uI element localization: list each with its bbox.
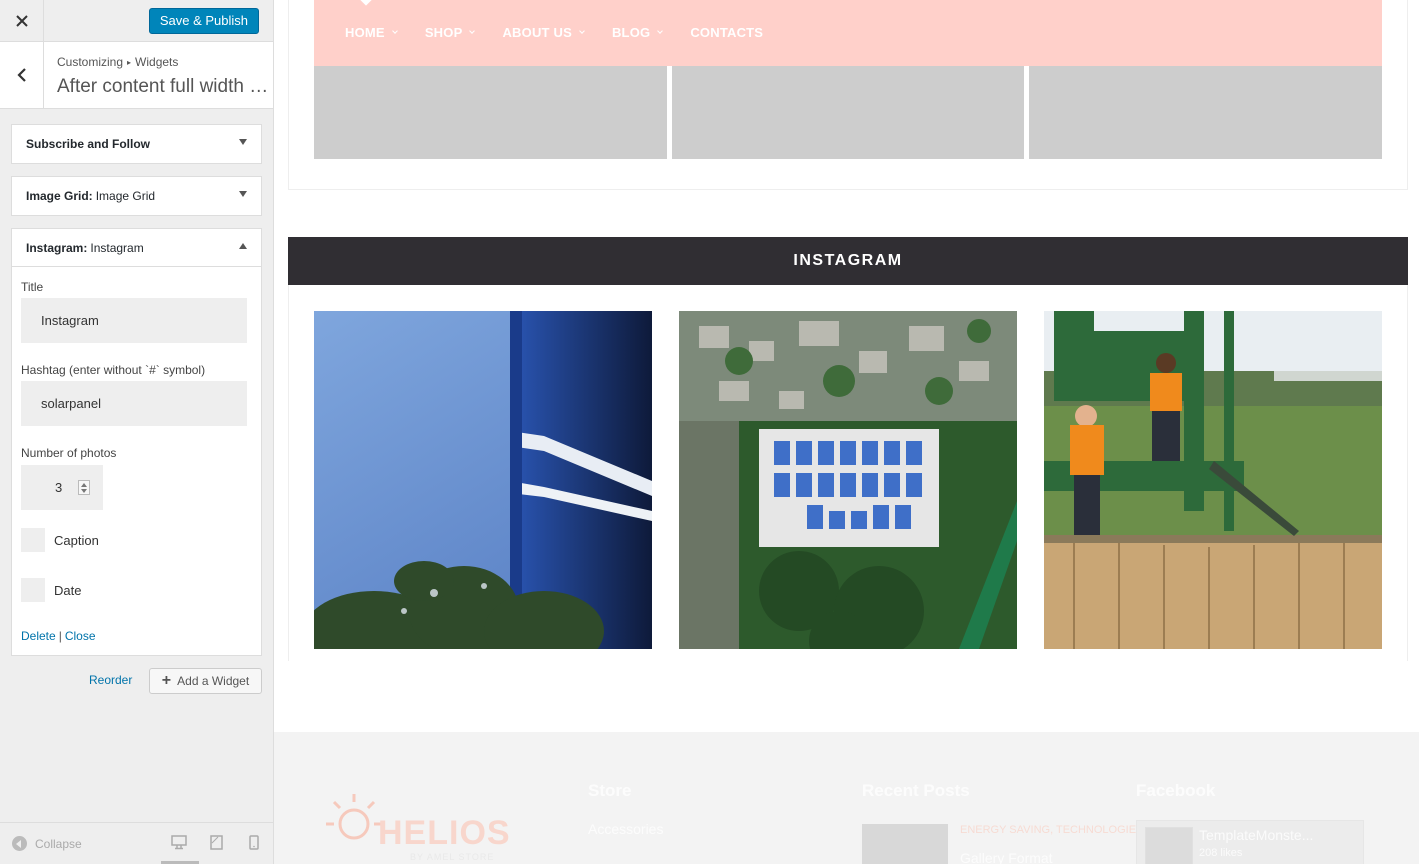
nav-item-blog[interactable]: BLOG	[611, 25, 664, 40]
expand-arrow-icon[interactable]	[239, 191, 247, 197]
date-option[interactable]: Date	[21, 578, 81, 602]
tablet-preview-icon[interactable]	[210, 835, 223, 855]
title-label: Title	[21, 280, 44, 294]
back-arrow-icon[interactable]	[0, 42, 44, 108]
widget-subtitle: Image Grid	[95, 189, 156, 203]
recent-post-title[interactable]: Gallery Format	[960, 850, 1053, 864]
footer-col-store: Store	[588, 781, 632, 800]
collapse-label: Collapse	[35, 836, 82, 851]
image-grid-tile[interactable]	[672, 66, 1024, 159]
caption-checkbox[interactable]	[21, 528, 45, 552]
nav-item-home[interactable]: HOME	[345, 25, 398, 40]
chevron-down-icon	[391, 27, 398, 34]
chevron-down-icon	[579, 27, 585, 34]
photos-count-stepper[interactable]: 3	[21, 465, 103, 510]
nav-item-label: HOME	[345, 25, 385, 40]
facebook-avatar	[1145, 827, 1193, 864]
instagram-heading: INSTAGRAM	[793, 252, 903, 269]
widget-header[interactable]: Image Grid: Image Grid	[12, 177, 261, 215]
nav-indicator-icon	[360, 0, 372, 6]
spinner-arrows-icon[interactable]	[78, 480, 90, 495]
footer-col-facebook: Facebook	[1136, 781, 1216, 800]
breadcrumb-separator-icon: ▸	[127, 58, 132, 67]
hashtag-input[interactable]: solarpanel	[21, 381, 247, 426]
site-preview: HOME SHOP ABOUT US BLOG CONTACTS INSTAGRAM	[274, 0, 1419, 864]
photos-count-label: Number of photos	[21, 446, 117, 460]
delete-link[interactable]: Delete	[21, 629, 56, 643]
instagram-heading-bar: INSTAGRAM	[288, 237, 1408, 285]
desktop-preview-icon[interactable]	[171, 835, 187, 855]
logo-text: HELIOS	[378, 814, 511, 852]
breadcrumb-current: Widgets	[135, 55, 179, 69]
instagram-photo[interactable]	[679, 311, 1017, 649]
nav-item-contacts[interactable]: CONTACTS	[690, 25, 763, 40]
chevron-down-icon	[657, 27, 664, 34]
widget-instagram: Instagram: Instagram Title Instagram Has…	[11, 228, 262, 656]
widget-header[interactable]: Subscribe and Follow	[12, 125, 261, 163]
widget-image-grid[interactable]: Image Grid: Image Grid	[11, 176, 262, 216]
widget-title: Subscribe and Follow	[26, 137, 151, 151]
collapse-arrow-icon[interactable]	[239, 243, 247, 249]
site-footer: HELIOS BY AMEL STORE Store Recent Posts …	[274, 732, 1419, 864]
title-input[interactable]: Instagram	[21, 298, 247, 343]
expand-arrow-icon[interactable]	[239, 139, 247, 145]
collapse-arrow-icon	[12, 836, 27, 851]
close-icon[interactable]	[0, 0, 44, 42]
nav-item-about-us[interactable]: ABOUT US	[502, 25, 585, 40]
main-navigation: HOME SHOP ABOUT US BLOG CONTACTS	[314, 0, 1382, 66]
widget-title: Image Grid:	[26, 189, 93, 203]
customizer-sidebar: Save & Publish Customizing ▸ Widgets After…	[0, 0, 274, 864]
section-header: Customizing ▸ Widgets After content full w…	[0, 42, 273, 109]
add-widget-button[interactable]: + Add a Widget	[149, 668, 262, 694]
plus-icon: +	[161, 672, 172, 689]
nav-menu: HOME SHOP ABOUT US BLOG CONTACTS	[345, 25, 791, 40]
date-label: Date	[54, 582, 82, 598]
nav-item-shop[interactable]: SHOP	[424, 25, 476, 40]
nav-item-label: SHOP	[424, 25, 463, 40]
footer-link-accessories[interactable]: Accessories	[588, 821, 663, 837]
widget-header[interactable]: Instagram: Instagram	[12, 229, 261, 267]
footer-col-recent-posts: Recent Posts	[862, 781, 970, 800]
logo-subtext: BY AMEL STORE	[410, 852, 495, 862]
add-widget-label: Add a Widget	[177, 674, 250, 688]
widget-actions: Delete | Close	[21, 629, 96, 643]
link-separator: |	[58, 629, 62, 643]
mobile-preview-icon[interactable]	[249, 835, 259, 855]
close-link[interactable]: Close	[65, 629, 96, 643]
widget-subscribe-and-follow[interactable]: Subscribe and Follow	[11, 124, 262, 164]
chevron-down-icon	[469, 27, 476, 34]
photos-count-value: 3	[55, 480, 63, 495]
customizer-topbar: Save & Publish	[0, 0, 273, 42]
save-publish-button[interactable]: Save & Publish	[148, 8, 259, 34]
widget-subtitle: Instagram	[90, 240, 144, 255]
section-title: After content full width area	[57, 76, 269, 97]
image-grid-tile[interactable]	[314, 66, 667, 159]
facebook-likes: 208 likes	[1199, 847, 1243, 859]
collapse-button[interactable]: Collapse	[12, 836, 82, 851]
breadcrumb-root: Customizing	[57, 55, 124, 69]
instagram-photo[interactable]	[314, 311, 652, 649]
helios-logo: HELIOS BY AMEL STORE	[314, 780, 514, 864]
nav-item-label: BLOG	[611, 25, 651, 40]
image-grid-tile[interactable]	[1029, 66, 1382, 159]
caption-label: Caption	[54, 532, 99, 548]
reorder-link[interactable]: Reorder	[89, 673, 132, 687]
nav-item-label: CONTACTS	[690, 25, 764, 40]
widget-title: Instagram:	[26, 240, 88, 255]
hashtag-label: Hashtag (enter without `#` symbol)	[21, 363, 206, 377]
instagram-photo[interactable]	[1044, 311, 1382, 649]
customizer-footer: Collapse	[0, 822, 273, 864]
recent-post-category[interactable]: ENERGY SAVING, TECHNOLOGIES	[960, 824, 1143, 836]
recent-post-thumbnail[interactable]	[862, 824, 948, 864]
nav-item-label: ABOUT US	[502, 25, 572, 40]
date-checkbox[interactable]	[21, 578, 45, 602]
facebook-page-box[interactable]: TemplateMonste... 208 likes	[1136, 820, 1364, 864]
facebook-page-name[interactable]: TemplateMonste...	[1199, 827, 1313, 843]
breadcrumb: Customizing ▸ Widgets	[57, 55, 178, 69]
caption-option[interactable]: Caption	[21, 528, 99, 552]
